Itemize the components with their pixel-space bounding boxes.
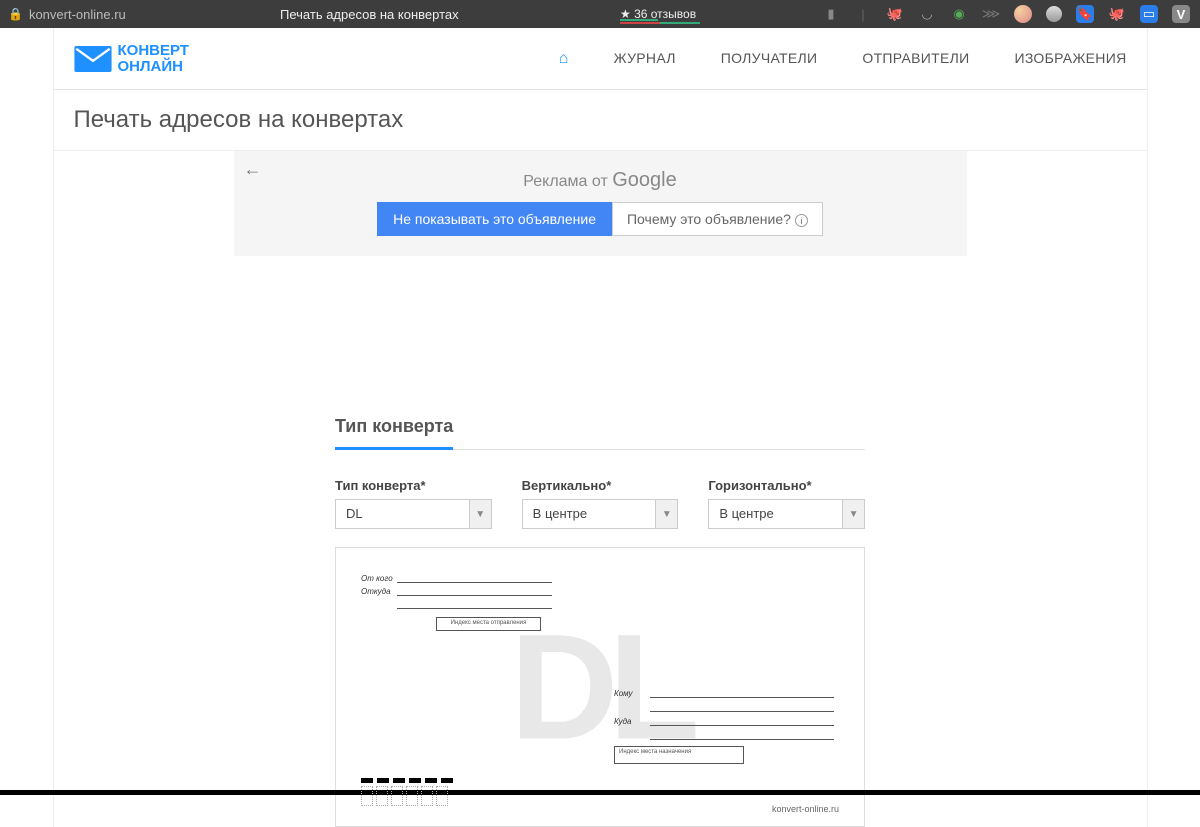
from-where-label: Откуда [361,587,397,596]
sender-index-box: Индекс места отправления [436,617,541,631]
ad-back-arrow-icon[interactable]: ← [244,159,262,180]
vertical-label: Вертикально* [522,478,679,493]
rss-icon[interactable]: ⋙ [982,5,1000,23]
globe-icon[interactable] [1046,6,1062,22]
nav-journal[interactable]: ЖУРНАЛ [614,50,676,68]
from-where-line [397,586,552,596]
zoom-icon[interactable]: ▭ [1140,5,1158,23]
ad-hide-button[interactable]: Не показывать это объявление [377,202,612,236]
to-where-label: Куда [614,717,650,726]
extension-icon-1[interactable]: 🐙 [886,5,904,23]
bottom-bar [0,790,1200,795]
v-icon[interactable]: V [1172,5,1190,23]
type-label: Тип конверта* [335,478,492,493]
postal-barcode [361,778,453,806]
preview-site-label: konvert-online.ru [772,804,839,814]
ad-label: Реклама от Google [234,169,967,192]
to-where-line [650,716,834,726]
chevron-down-icon: ▼ [469,500,491,528]
lock-icon: 🔒 [8,7,23,21]
info-icon: i [795,214,808,227]
bookmark-icon[interactable]: ▮ [822,5,840,23]
chevron-down-icon: ▼ [655,500,677,528]
ad-prefix: Реклама от [523,173,612,190]
reviews-underline [620,22,700,24]
extension-icon-3[interactable]: 🐙 [1108,5,1126,23]
url-text: konvert-online.ru [29,7,126,22]
logo-line1: КОНВЕРТ [118,43,189,59]
horizontal-label: Горизонтально* [708,478,865,493]
to-line-3 [650,730,834,740]
to-line-2 [650,702,834,712]
tab-title: Печать адресов на конвертах [280,7,459,22]
type-select[interactable]: DL ▼ [335,499,492,529]
vertical-value: В центре [523,500,656,528]
browser-extension-icons: ▮ | 🐙 ◡ ◉ ⋙ 🔖 🐙 ▭ V [822,5,1190,23]
chevron-down-icon: ▼ [842,500,864,528]
site-header: КОНВЕРТ ОНЛАЙН ⌂ ЖУРНАЛ ПОЛУЧАТЕЛИ ОТПРА… [54,28,1147,90]
ad-why-label: Почему это объявление? [627,211,791,227]
from-label: От кого [361,574,397,583]
reviews-badge[interactable]: ★ 36 отзывов [620,7,696,22]
logo-line2: ОНЛАЙН [118,59,189,75]
section-title: Тип конверта [335,416,453,450]
logo-text: КОНВЕРТ ОНЛАЙН [118,43,189,75]
bookmark-ext-icon[interactable]: 🔖 [1076,5,1094,23]
main-nav: ⌂ ЖУРНАЛ ПОЛУЧАТЕЛИ ОТПРАВИТЕЛИ ИЗОБРАЖЕ… [559,50,1127,68]
envelope-form: Тип конверта Тип конверта* DL ▼ Вертикал… [335,416,865,827]
recipient-block: Кому Куда Индекс места назначения [614,688,834,764]
google-ad-block: ← Реклама от Google Не показывать это об… [234,151,967,256]
pocket-icon[interactable]: ◡ [918,5,936,23]
page-container: КОНВЕРТ ОНЛАЙН ⌂ ЖУРНАЛ ПОЛУЧАТЕЛИ ОТПРА… [53,28,1148,827]
to-line [650,688,834,698]
nav-home-icon[interactable]: ⌂ [559,50,569,68]
separator-icon: | [854,5,872,23]
horizontal-value: В центре [709,500,842,528]
envelope-preview: DL От кого Откуда Индекс места отправлен… [335,547,865,827]
sender-block: От кого Откуда Индекс места отправления [361,573,839,631]
recipient-index-box: Индекс места назначения [614,746,744,764]
from-line [397,573,552,583]
vertical-select[interactable]: В центре ▼ [522,499,679,529]
from-line-2 [397,599,552,609]
nav-images[interactable]: ИЗОБРАЖЕНИЯ [1014,50,1126,68]
to-label: Кому [614,689,650,698]
type-value: DL [336,500,469,528]
nav-recipients[interactable]: ПОЛУЧАТЕЛИ [721,50,818,68]
ad-brand: Google [612,169,677,191]
nav-senders[interactable]: ОТПРАВИТЕЛИ [862,50,969,68]
site-logo[interactable]: КОНВЕРТ ОНЛАЙН [74,43,189,75]
extension-icon-2[interactable]: ◉ [950,5,968,23]
horizontal-select[interactable]: В центре ▼ [708,499,865,529]
page-title: Печать адресов на конвертах [54,90,1147,151]
ad-why-button[interactable]: Почему это объявление? i [612,202,823,236]
flag-icon-ru[interactable] [1014,5,1032,23]
envelope-icon [74,46,112,72]
browser-chrome-bar: 🔒 konvert-online.ru Печать адресов на ко… [0,0,1200,28]
